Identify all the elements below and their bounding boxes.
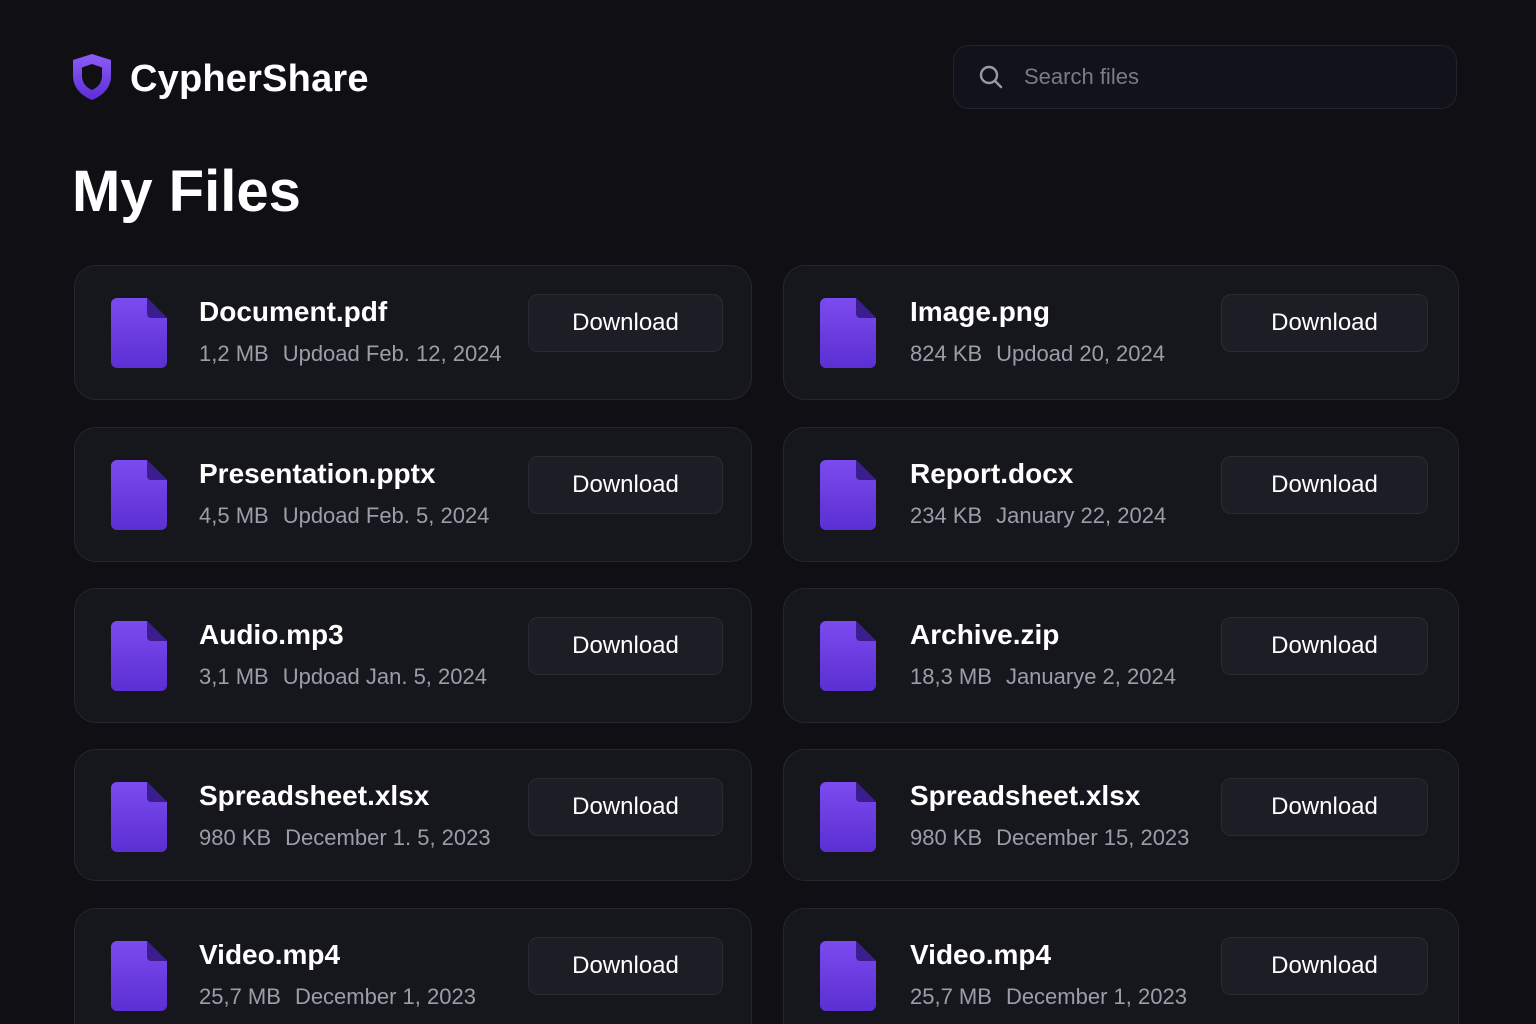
- file-card[interactable]: Report.docx 234 KB January 22, 2024 Downl…: [783, 427, 1459, 562]
- file-date: December 1, 2023: [1005, 984, 1187, 1009]
- file-size: 824 KB: [910, 341, 983, 366]
- download-button[interactable]: Download: [528, 778, 723, 836]
- download-button[interactable]: Download: [528, 937, 723, 995]
- file-name: Report.docx: [910, 458, 1074, 489]
- file-icon: [820, 621, 876, 696]
- file-icon: [111, 460, 167, 535]
- file-icon: [820, 941, 876, 1016]
- file-size: 4,5 MB: [199, 503, 269, 528]
- file-name: Video.mp4: [910, 939, 1052, 970]
- download-button[interactable]: Download: [528, 456, 723, 514]
- file-name: Archive.zip: [910, 619, 1060, 650]
- file-meta: 980 KB December 1. 5, 2023: [199, 825, 491, 851]
- file-icon: [111, 621, 167, 696]
- file-card[interactable]: Video.mp4 25,7 MB December 1, 2023 Downlo…: [74, 908, 752, 1024]
- file-date: December 15, 2023: [996, 825, 1190, 850]
- file-icon: [111, 782, 167, 857]
- file-size: 1,2 MB: [199, 341, 269, 366]
- file-meta: 25,7 MB December 1, 2023: [910, 984, 1187, 1010]
- file-card[interactable]: Spreadsheet.xlsx 980 KB December 1. 5, 20…: [74, 749, 752, 881]
- file-meta: 1,2 MB Updoad Feb. 12, 2024: [199, 341, 502, 367]
- download-button[interactable]: Download: [1221, 617, 1428, 675]
- app-root: CypherShare My Files Doc: [0, 0, 1536, 1024]
- file-date: Updoad Feb. 12, 2024: [282, 341, 502, 366]
- file-size: 234 KB: [910, 503, 983, 528]
- file-name: Presentation.pptx: [199, 458, 436, 489]
- file-icon: [820, 460, 876, 535]
- file-date: Updoad 20, 2024: [996, 341, 1165, 366]
- file-meta: 25,7 MB December 1, 2023: [199, 984, 476, 1010]
- file-card[interactable]: Image.png 824 KB Updoad 20, 2024 Download: [783, 265, 1459, 400]
- file-name: Spreadsheet.xlsx: [199, 780, 430, 811]
- file-size: 25,7 MB: [910, 984, 992, 1009]
- file-meta: 980 KB December 15, 2023: [910, 825, 1189, 851]
- file-grid: Document.pdf 1,2 MB Updoad Feb. 12, 2024 …: [0, 0, 1536, 1024]
- file-date: Updoad Feb. 5, 2024: [282, 503, 490, 528]
- file-card[interactable]: Audio.mp3 3,1 MB Updoad Jan. 5, 2024 Down…: [74, 588, 752, 723]
- file-date: December 1, 2023: [294, 984, 476, 1009]
- file-name: Document.pdf: [199, 296, 388, 327]
- file-icon: [820, 782, 876, 857]
- file-meta: 4,5 MB Updoad Feb. 5, 2024: [199, 503, 489, 529]
- file-card[interactable]: Archive.zip 18,3 MB Januarye 2, 2024 Down…: [783, 588, 1459, 723]
- file-date: Updoad Jan. 5, 2024: [282, 664, 487, 689]
- download-button[interactable]: Download: [1221, 456, 1428, 514]
- file-name: Spreadsheet.xlsx: [910, 780, 1141, 811]
- file-meta: 234 KB January 22, 2024: [910, 503, 1166, 529]
- file-card[interactable]: Presentation.pptx 4,5 MB Updoad Feb. 5, 2…: [74, 427, 752, 562]
- file-card[interactable]: Spreadsheet.xlsx 980 KB December 15, 2023…: [783, 749, 1459, 881]
- file-name: Audio.mp3: [199, 619, 344, 650]
- download-button[interactable]: Download: [528, 294, 723, 352]
- file-size: 18,3 MB: [910, 664, 992, 689]
- file-meta: 18,3 MB Januarye 2, 2024: [910, 664, 1176, 690]
- file-date: December 1. 5, 2023: [285, 825, 491, 850]
- file-card[interactable]: Video.mp4 25,7 MB December 1, 2023 Downlo…: [783, 908, 1459, 1024]
- download-button[interactable]: Download: [1221, 778, 1428, 836]
- file-icon: [111, 298, 167, 373]
- file-meta: 3,1 MB Updoad Jan. 5, 2024: [199, 664, 487, 690]
- file-size: 3,1 MB: [199, 664, 269, 689]
- file-date: January 22, 2024: [996, 503, 1167, 528]
- download-button[interactable]: Download: [1221, 294, 1428, 352]
- file-size: 25,7 MB: [199, 984, 281, 1009]
- file-size: 980 KB: [910, 825, 983, 850]
- file-date: Januarye 2, 2024: [1005, 664, 1176, 689]
- file-name: Image.png: [910, 296, 1051, 327]
- file-icon: [111, 941, 167, 1016]
- file-name: Video.mp4: [199, 939, 341, 970]
- download-button[interactable]: Download: [528, 617, 723, 675]
- file-card[interactable]: Document.pdf 1,2 MB Updoad Feb. 12, 2024 …: [74, 265, 752, 400]
- download-button[interactable]: Download: [1221, 937, 1428, 995]
- file-icon: [820, 298, 876, 373]
- file-size: 980 KB: [199, 825, 272, 850]
- file-meta: 824 KB Updoad 20, 2024: [910, 341, 1165, 367]
